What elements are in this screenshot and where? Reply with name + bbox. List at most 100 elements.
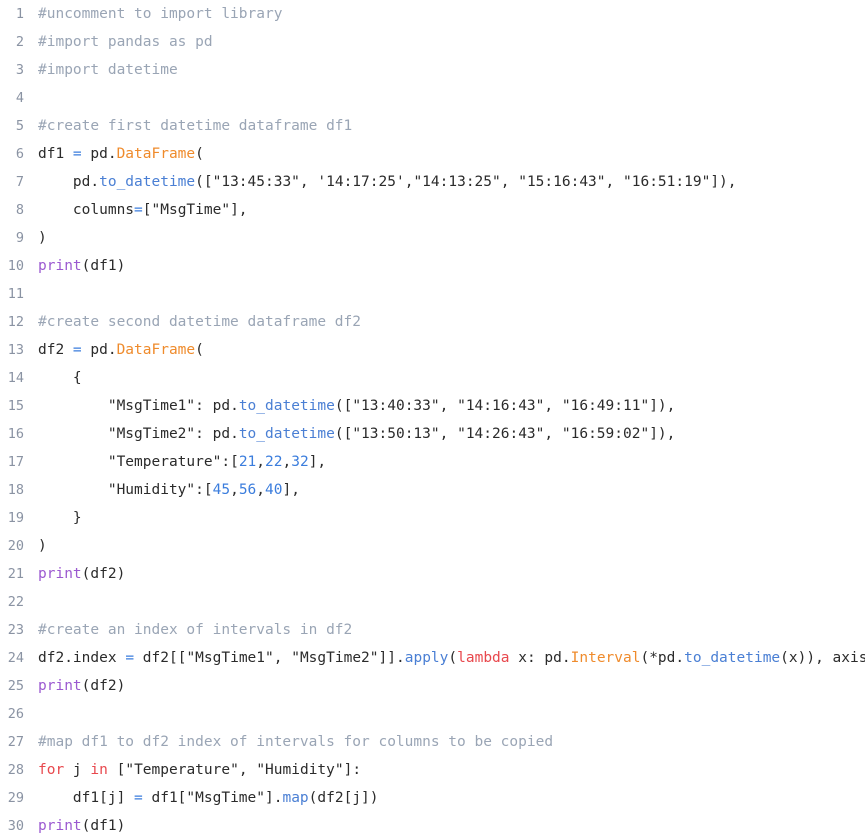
code-line[interactable]: 21 print(df2) — [0, 560, 865, 588]
line-content[interactable]: print(df1) — [38, 812, 125, 835]
code-editor[interactable]: 1 #uncomment to import library 2 #import pa… — [0, 0, 865, 835]
line-content[interactable]: print(df1) — [38, 252, 125, 280]
line-content[interactable]: pd.to_datetime(["13:45:33", '14:17:25',"… — [38, 168, 737, 196]
token-string: "Temperature" — [107, 454, 222, 470]
code-line[interactable]: 28 for j in ["Temperature", "Humidity"]: — [0, 756, 865, 784]
line-content[interactable]: #import pandas as pd — [38, 28, 213, 56]
code-line[interactable]: 23 #create an index of intervals in df2 — [0, 616, 865, 644]
token-plain: df2.index — [38, 650, 126, 666]
line-content[interactable]: #uncomment to import library — [38, 0, 282, 28]
code-line[interactable]: 24 df2.index = df2[["MsgTime1", "MsgTime2… — [0, 644, 865, 672]
token-plain: (df2[j]) — [308, 790, 379, 806]
token-string: "16:59:02" — [561, 426, 650, 442]
token-comment: #map df1 to df2 index of intervals for c… — [38, 734, 554, 750]
token-function: apply — [404, 650, 449, 666]
line-content[interactable]: } — [38, 504, 82, 532]
token-plain: (*pd. — [640, 650, 685, 666]
code-line[interactable]: 26 — [0, 700, 865, 728]
line-content[interactable]: for j in ["Temperature", "Humidity"]: — [38, 756, 361, 784]
line-number: 8 — [15, 202, 24, 218]
line-content[interactable]: print(df2) — [38, 560, 125, 588]
token-plain: df2 — [38, 342, 73, 358]
code-line[interactable]: 2 #import pandas as pd — [0, 28, 865, 56]
line-content[interactable]: "MsgTime1": pd.to_datetime(["13:40:33", … — [38, 392, 676, 420]
code-line[interactable]: 4 — [0, 84, 865, 112]
code-line[interactable]: 7 pd.to_datetime(["13:45:33", '14:17:25'… — [0, 168, 865, 196]
line-number: 27 — [7, 734, 24, 750]
line-content[interactable]: ) — [38, 224, 47, 252]
code-line[interactable]: 11 — [0, 280, 865, 308]
code-line[interactable]: 8 columns=["MsgTime"], — [0, 196, 865, 224]
token-plain: , — [230, 482, 239, 498]
line-content[interactable]: "Humidity":[45,56,40], — [38, 476, 300, 504]
line-content[interactable]: "Temperature":[21,22,32], — [38, 448, 326, 476]
token-plain: , — [500, 174, 519, 190]
line-content[interactable]: #import datetime — [38, 56, 178, 84]
code-line[interactable]: 22 — [0, 588, 865, 616]
line-content[interactable]: df2.index = df2[["MsgTime1", "MsgTime2"]… — [38, 644, 865, 672]
code-line[interactable]: 3 #import datetime — [0, 56, 865, 84]
code-line[interactable]: 25 print(df2) — [0, 672, 865, 700]
line-number: 3 — [15, 62, 24, 78]
line-content[interactable]: df1 = pd.DataFrame( — [38, 140, 204, 168]
token-operator: = — [72, 146, 82, 162]
line-content[interactable]: #create an index of intervals in df2 — [38, 616, 352, 644]
code-line[interactable]: 14 { — [0, 364, 865, 392]
token-number: 32 — [291, 454, 309, 470]
code-line[interactable]: 13 df2 = pd.DataFrame( — [0, 336, 865, 364]
line-number: 28 — [7, 762, 24, 778]
code-line[interactable]: 27 #map df1 to df2 index of intervals for… — [0, 728, 865, 756]
token-plain: , — [238, 762, 257, 778]
token-plain: :[ — [221, 454, 239, 470]
token-plain: , — [299, 174, 318, 190]
code-line[interactable]: 15 "MsgTime1": pd.to_datetime(["13:40:33… — [0, 392, 865, 420]
code-line[interactable]: 6 df1 = pd.DataFrame( — [0, 140, 865, 168]
code-line[interactable]: 16 "MsgTime2": pd.to_datetime(["13:50:13… — [0, 420, 865, 448]
token-operator: = — [125, 650, 135, 666]
line-number: 23 — [7, 622, 24, 638]
line-number: 11 — [7, 286, 24, 302]
code-line[interactable]: 20) — [0, 532, 865, 560]
token-plain: (df1) — [81, 818, 126, 834]
token-operator: = — [134, 790, 143, 806]
token-string: "MsgTime1" — [107, 398, 196, 414]
token-plain: , — [439, 398, 458, 414]
token-number: 56 — [238, 482, 257, 498]
line-content[interactable]: print(df2) — [38, 672, 125, 700]
code-line[interactable]: 30 print(df1) — [0, 812, 865, 835]
code-line[interactable]: 10 print(df1) — [0, 252, 865, 280]
line-content[interactable]: ) — [38, 532, 47, 560]
token-string: "15:16:43" — [518, 174, 606, 190]
line-content[interactable]: { — [38, 364, 82, 392]
token-plain: , — [282, 454, 292, 470]
code-line[interactable]: 17 "Temperature":[21,22,32], — [0, 448, 865, 476]
code-line[interactable]: 9) — [0, 224, 865, 252]
line-number: 6 — [15, 146, 24, 162]
code-line[interactable]: 18 "Humidity":[45,56,40], — [0, 476, 865, 504]
token-string: "14:26:43" — [457, 426, 545, 442]
line-content[interactable]: columns=["MsgTime"], — [38, 196, 248, 224]
token-keyword: in — [90, 762, 108, 778]
line-content[interactable]: #create second datetime dataframe df2 — [38, 308, 361, 336]
code-line[interactable]: 5 #create first datetime dataframe df1 — [0, 112, 865, 140]
token-plain: j — [64, 762, 91, 778]
code-line[interactable]: 1 #uncomment to import library — [0, 0, 865, 28]
line-content[interactable]: #map df1 to df2 index of intervals for c… — [38, 728, 553, 756]
token-string: "MsgTime1" — [186, 650, 274, 666]
line-content[interactable]: #create first datetime dataframe df1 — [38, 112, 352, 140]
code-line[interactable]: 29 df1[j] = df1["MsgTime"].map(df2[j]) — [0, 784, 865, 812]
code-line[interactable]: 19 } — [0, 504, 865, 532]
line-number: 19 — [7, 510, 24, 526]
code-line[interactable]: 12 #create second datetime dataframe df2 — [0, 308, 865, 336]
line-content[interactable]: df1[j] = df1["MsgTime"].map(df2[j]) — [38, 784, 379, 812]
line-content[interactable]: "MsgTime2": pd.to_datetime(["13:50:13", … — [38, 420, 676, 448]
token-string: "14:16:43" — [457, 398, 545, 414]
line-number: 21 — [7, 566, 24, 582]
line-number: 16 — [7, 426, 24, 442]
line-content[interactable]: df2 = pd.DataFrame( — [38, 336, 204, 364]
line-number: 12 — [7, 314, 24, 330]
token-plain: , — [256, 454, 266, 470]
line-number: 10 — [7, 258, 24, 274]
token-function: map — [282, 790, 309, 806]
